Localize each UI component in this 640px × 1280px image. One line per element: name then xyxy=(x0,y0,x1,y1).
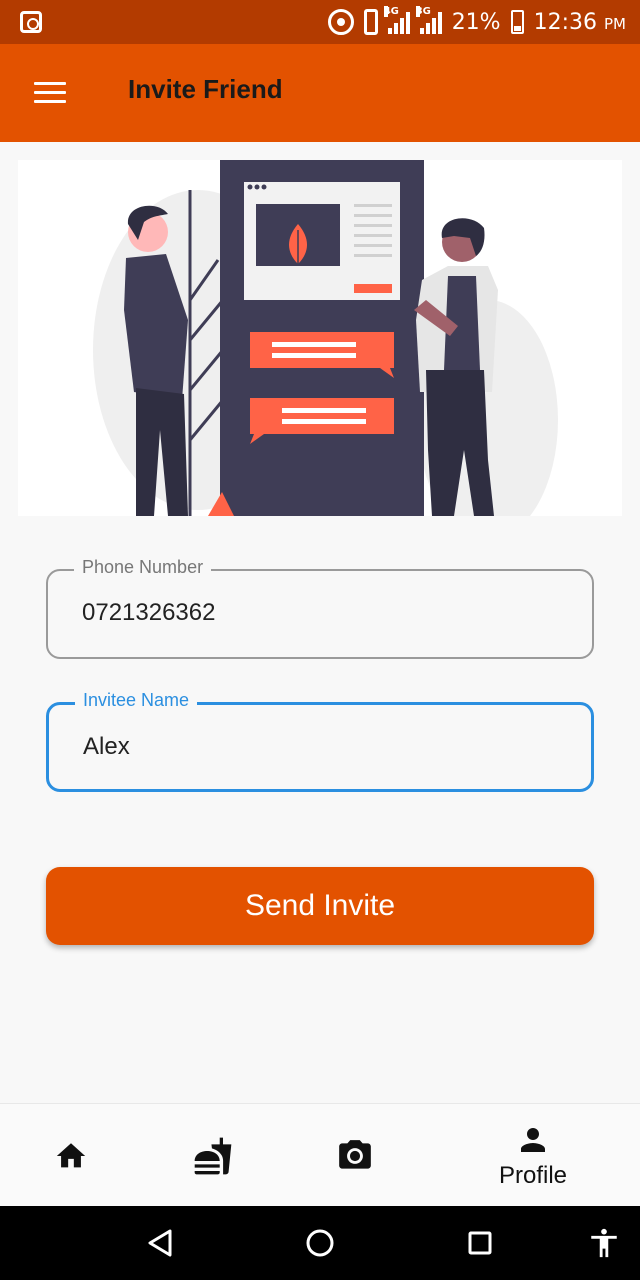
network-type-label: 4G xyxy=(383,6,399,17)
nav-item-home[interactable] xyxy=(36,1104,106,1207)
nav-item-camera[interactable] xyxy=(320,1104,390,1207)
app-bar: Invite Friend xyxy=(0,44,640,142)
battery-percent: 21% xyxy=(451,9,501,35)
fastfood-icon xyxy=(194,1137,232,1174)
bottom-navigation: Profile xyxy=(0,1103,640,1206)
hamburger-menu-icon[interactable] xyxy=(34,82,66,104)
phone-number-label: Phone Number xyxy=(74,557,212,578)
back-triangle-icon xyxy=(148,1229,172,1257)
accessibility-button[interactable] xyxy=(584,1206,624,1280)
clock-ampm: PM xyxy=(604,14,626,33)
system-navigation-bar xyxy=(0,1206,640,1280)
home-button[interactable] xyxy=(300,1206,340,1280)
invitee-name-field[interactable]: Invitee Name Alex xyxy=(46,690,594,792)
invitee-name-input[interactable]: Alex xyxy=(83,733,130,761)
battery-charging-icon xyxy=(510,10,524,34)
page-title: Invite Friend xyxy=(128,74,283,104)
signal-3g-icon: 3G xyxy=(415,6,442,34)
person-icon xyxy=(521,1127,545,1152)
people-chatting-illustration xyxy=(93,160,558,516)
status-time: 12:36 PM xyxy=(534,10,626,35)
phone-number-field[interactable]: Phone Number 0721326362 xyxy=(46,557,594,659)
camera-icon xyxy=(339,1139,371,1169)
send-invite-button[interactable]: Send Invite xyxy=(46,867,594,945)
back-button[interactable] xyxy=(140,1206,180,1280)
recents-button[interactable] xyxy=(460,1206,500,1280)
recents-square-icon xyxy=(468,1231,492,1255)
home-icon xyxy=(56,1142,86,1167)
accessibility-icon xyxy=(591,1228,617,1258)
nav-item-profile[interactable]: Profile xyxy=(478,1104,588,1207)
signal-4g-icon: 4G xyxy=(383,6,410,34)
screenshot-notification-icon xyxy=(20,11,42,33)
invite-illustration xyxy=(18,160,622,516)
home-circle-icon xyxy=(306,1229,334,1257)
vibrate-icon xyxy=(363,9,378,35)
phone-number-input[interactable]: 0721326362 xyxy=(82,599,215,627)
hotspot-icon xyxy=(327,9,354,35)
clock-time: 12:36 xyxy=(533,9,597,35)
network-type-label: 3G xyxy=(415,6,431,17)
invitee-name-label: Invitee Name xyxy=(75,690,198,711)
nav-item-food[interactable] xyxy=(178,1104,248,1207)
status-bar: 4G 3G 21% 12:36 PM xyxy=(0,0,640,44)
nav-label-profile: Profile xyxy=(498,1161,568,1189)
